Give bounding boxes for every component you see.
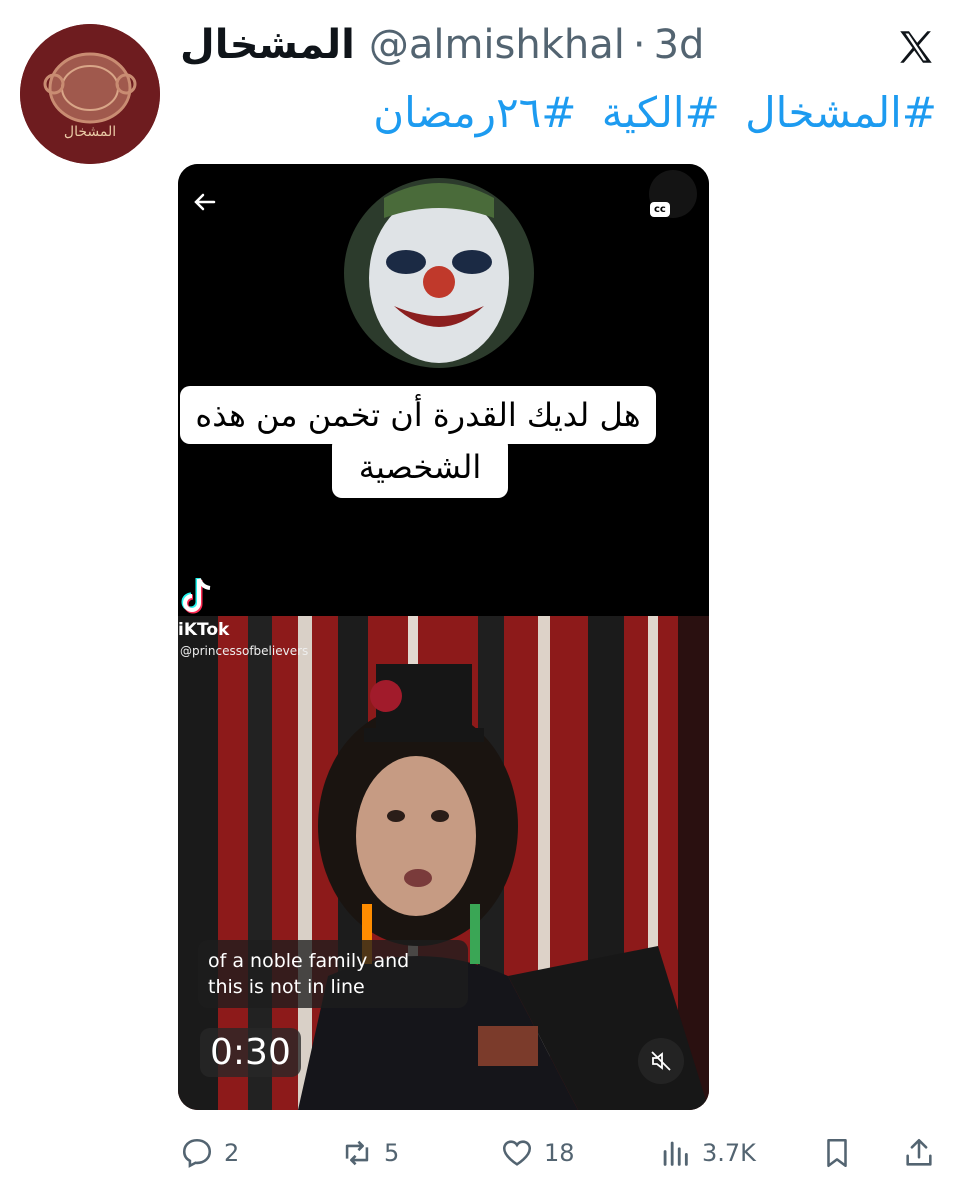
post-action-bar: 2 5 18 3.7K: [180, 1136, 940, 1176]
post-text: #المشخال #الكية #٢٦رمضان: [361, 88, 937, 137]
bookmark-icon: [827, 1138, 847, 1168]
analytics-icon: [663, 1141, 688, 1166]
post-timestamp[interactable]: 3d: [654, 22, 705, 68]
share-icon: [906, 1138, 932, 1166]
separator-dot: ·: [632, 22, 646, 68]
reply-button[interactable]: 2: [180, 1136, 239, 1170]
like-count: 18: [544, 1139, 575, 1167]
clown-mask-image: [344, 178, 534, 368]
repost-button[interactable]: 5: [340, 1136, 399, 1170]
caption-line-1: of a noble family and: [208, 950, 410, 972]
avatar-label: المشخال: [64, 124, 116, 140]
views-button[interactable]: 3.7K: [658, 1136, 756, 1170]
repost-icon: [345, 1140, 369, 1166]
bookmark-button[interactable]: [820, 1136, 854, 1170]
quiz-text-line-2: الشخصية: [332, 436, 508, 498]
share-button[interactable]: [902, 1136, 936, 1170]
hashtag-link[interactable]: #٢٦رمضان: [373, 88, 576, 137]
video-timer: 0:30: [200, 1028, 301, 1077]
hashtag-link[interactable]: #الكية: [602, 88, 720, 137]
heart-icon: [502, 1140, 532, 1166]
tiktok-icon: [180, 576, 214, 616]
like-button[interactable]: 18: [500, 1136, 575, 1170]
tiktok-username: @princessofbelievers: [180, 644, 309, 658]
video-top-frame: cc هل لديك القدرة أن تخمن من هذه الشخصية: [178, 164, 709, 616]
caption-line-2: this is not in line: [208, 976, 365, 998]
mute-icon[interactable]: [638, 1038, 684, 1084]
post-header: المشخال @almishkhal · 3d: [180, 22, 704, 72]
video-caption: of a noble family and this is not in lin…: [198, 940, 468, 1008]
profile-avatar[interactable]: المشخال: [20, 24, 160, 164]
video-player[interactable]: cc هل لديك القدرة أن تخمن من هذه الشخصية: [178, 164, 709, 1110]
reply-icon: [182, 1138, 212, 1168]
back-arrow-icon[interactable]: [190, 188, 218, 216]
view-count: 3.7K: [702, 1139, 756, 1167]
x-logo-icon: [895, 26, 937, 68]
user-handle[interactable]: @almishkhal: [369, 22, 625, 68]
tiktok-watermark: iKTok: [178, 620, 230, 640]
hashtag-link[interactable]: #المشخال: [745, 88, 937, 137]
reply-count: 2: [224, 1139, 240, 1167]
closed-captions-icon[interactable]: cc: [650, 202, 670, 217]
display-name[interactable]: المشخال: [180, 22, 355, 68]
repost-count: 5: [384, 1139, 400, 1167]
